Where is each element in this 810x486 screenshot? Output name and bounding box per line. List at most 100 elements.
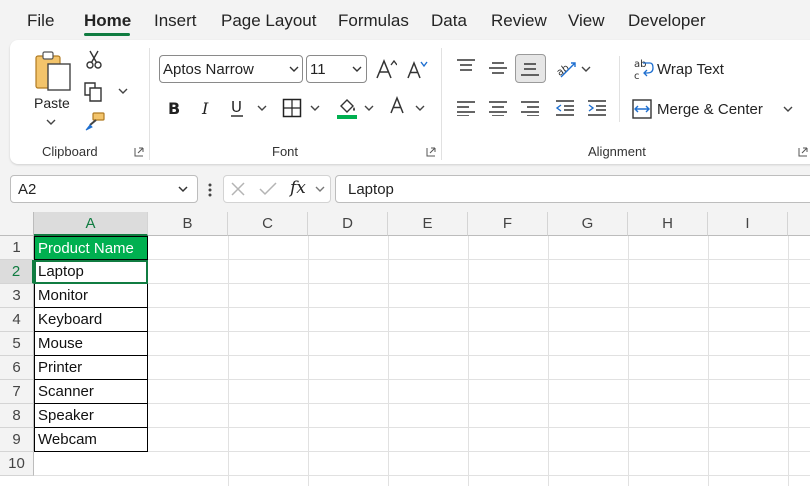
font-size-chevron-down-icon[interactable] [352,66,362,73]
row-header-8[interactable]: 8 [0,404,34,428]
cell-a8[interactable]: Speaker [34,404,148,428]
cell-a2[interactable]: Laptop [34,260,148,284]
column-header-f[interactable]: F [468,212,548,236]
font-name-select[interactable]: Aptos Narrow [159,55,303,83]
row-header-3[interactable]: 3 [0,284,34,308]
row-header-4[interactable]: 4 [0,308,34,332]
copy-icon[interactable] [83,81,105,103]
name-box-chevron-down-icon[interactable] [178,186,188,193]
fill-color-chevron-down-icon[interactable] [364,105,374,112]
svg-text:B: B [168,99,180,117]
column-header-partial[interactable] [788,212,810,236]
font-color-icon[interactable] [388,96,406,120]
cell-a3[interactable]: Monitor [34,284,148,308]
increase-indent-icon[interactable] [587,100,607,116]
paste-chevron-down-icon[interactable] [46,119,56,126]
gridline [34,451,810,452]
gridline [34,307,810,308]
svg-text:ab: ab [555,63,572,79]
svg-text:U: U [231,98,242,116]
row-header-2[interactable]: 2 [0,260,34,284]
align-right-icon[interactable] [520,100,540,116]
tab-data[interactable]: Data [431,11,467,31]
column-header-e[interactable]: E [388,212,468,236]
cell-a4[interactable]: Keyboard [34,308,148,332]
font-color-chevron-down-icon[interactable] [415,105,425,112]
cell-a9[interactable]: Webcam [34,428,148,452]
bold-icon[interactable]: B [166,99,182,117]
tab-formulas[interactable]: Formulas [338,11,409,31]
insert-function-chevron-down-icon[interactable] [315,186,325,193]
wrap-text-icon[interactable]: ab c [632,58,654,80]
select-all-corner[interactable] [0,212,34,236]
middle-align-icon[interactable] [488,60,508,76]
underline-icon[interactable]: U [229,98,245,118]
column-header-c[interactable]: C [228,212,308,236]
column-header-i[interactable]: I [708,212,788,236]
orientation-chevron-down-icon[interactable] [581,66,591,73]
column-header-a[interactable]: A [34,212,148,236]
increase-font-size-icon[interactable] [375,58,397,80]
svg-text:I: I [201,99,209,117]
column-header-g[interactable]: G [548,212,628,236]
cell-a6[interactable]: Printer [34,356,148,380]
gridline [308,236,309,486]
tab-page-layout[interactable]: Page Layout [221,11,316,31]
ribbon-separator [619,56,620,122]
row-header-1[interactable]: 1 [0,236,34,260]
row-header-9[interactable]: 9 [0,428,34,452]
gridline [788,236,789,486]
merge-center-chevron-down-icon[interactable] [783,106,793,113]
merge-center-label[interactable]: Merge & Center [657,101,763,118]
format-painter-icon[interactable] [84,111,106,133]
formula-input[interactable]: Laptop [335,175,810,203]
tab-developer[interactable]: Developer [628,11,706,31]
align-left-icon[interactable] [456,100,476,116]
clipboard-launcher-icon[interactable] [134,147,144,157]
font-group-label: Font [272,144,299,159]
borders-chevron-down-icon[interactable] [310,105,320,112]
underline-chevron-down-icon[interactable] [257,105,267,112]
column-header-h[interactable]: H [628,212,708,236]
tab-insert[interactable]: Insert [154,11,197,31]
insert-function-label[interactable]: fx [290,178,306,198]
row-header-5[interactable]: 5 [0,332,34,356]
name-box[interactable]: A2 [10,175,198,203]
align-center-icon[interactable] [488,100,508,116]
copy-chevron-down-icon[interactable] [118,88,128,95]
cancel-entry-icon[interactable] [230,181,246,197]
more-options-icon[interactable] [207,182,213,198]
confirm-entry-icon[interactable] [258,181,278,197]
fill-color-icon[interactable] [336,96,358,120]
borders-icon[interactable] [282,98,302,118]
paste-label[interactable]: Paste [34,95,70,111]
tab-review[interactable]: Review [491,11,547,31]
cell-a7[interactable]: Scanner [34,380,148,404]
cell-a1[interactable]: Product Name [34,236,148,260]
font-launcher-icon[interactable] [426,147,436,157]
gridline [388,236,389,486]
merge-center-icon[interactable] [632,99,652,119]
column-header-b[interactable]: B [148,212,228,236]
cut-icon[interactable] [85,50,103,70]
cell-a5[interactable]: Mouse [34,332,148,356]
font-name-chevron-down-icon[interactable] [289,66,299,73]
row-header-6[interactable]: 6 [0,356,34,380]
tab-home[interactable]: Home [84,11,131,31]
paste-icon[interactable] [34,50,74,92]
top-align-icon[interactable] [456,58,476,74]
italic-icon[interactable]: I [199,99,213,117]
row-header-10[interactable]: 10 [0,452,34,476]
wrap-text-label[interactable]: Wrap Text [657,61,724,78]
column-header-d[interactable]: D [308,212,388,236]
decrease-indent-icon[interactable] [555,100,575,116]
tab-view[interactable]: View [568,11,605,31]
orientation-icon[interactable]: ab [555,57,577,79]
decrease-font-size-icon[interactable] [406,60,428,80]
gridline [34,475,810,476]
row-header-7[interactable]: 7 [0,380,34,404]
alignment-launcher-icon[interactable] [798,147,808,157]
bottom-align-icon [521,63,539,76]
tab-file[interactable]: File [27,11,54,31]
font-size-select[interactable]: 11 [306,55,367,83]
